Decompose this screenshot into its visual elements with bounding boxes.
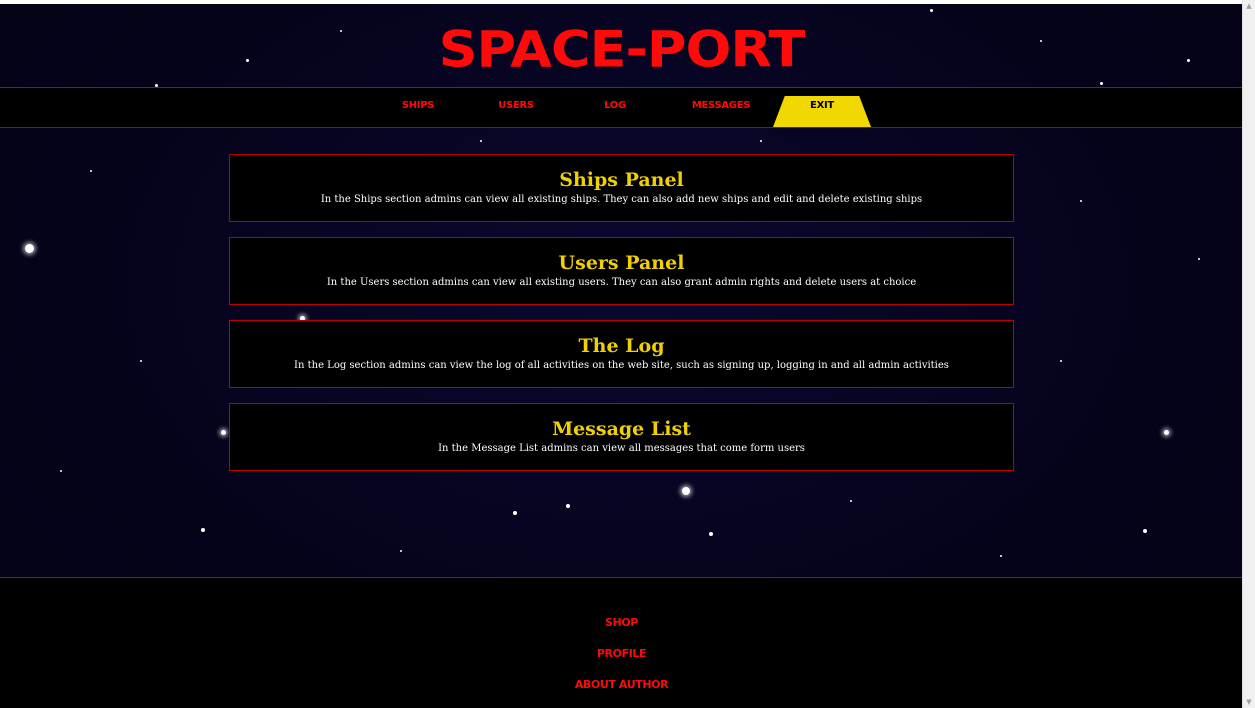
panel-title: The Log xyxy=(578,335,665,357)
star xyxy=(1060,360,1062,362)
star xyxy=(25,244,34,253)
star xyxy=(1100,82,1103,85)
star xyxy=(1080,200,1082,202)
panel-title: Ships Panel xyxy=(559,169,684,191)
scroll-up-arrow-icon[interactable]: ▲ xyxy=(1243,0,1255,12)
star xyxy=(682,487,690,495)
window-top-strip xyxy=(0,0,1243,4)
main-nav: SHIPS USERS LOG MESSAGES EXIT xyxy=(0,87,1243,128)
star xyxy=(480,140,482,142)
footer-link-about-author[interactable]: ABOUT AUTHOR xyxy=(0,678,1243,691)
footer: SHOP PROFILE ABOUT AUTHOR xyxy=(0,577,1243,708)
star xyxy=(400,550,402,552)
star xyxy=(760,140,762,142)
star xyxy=(221,430,226,435)
star xyxy=(201,528,205,532)
star xyxy=(1198,258,1200,260)
star xyxy=(709,532,713,536)
message-list-panel-card[interactable]: Message List In the Message List admins … xyxy=(229,403,1014,471)
vertical-scrollbar[interactable]: ▲ ▼ xyxy=(1242,0,1255,708)
star xyxy=(850,500,852,502)
star xyxy=(930,9,933,12)
page: SPACE-PORT SHIPS USERS LOG MESSAGES EXIT… xyxy=(0,0,1255,708)
star xyxy=(566,504,570,508)
footer-link-profile[interactable]: PROFILE xyxy=(0,647,1243,660)
nav-messages[interactable]: MESSAGES xyxy=(680,88,762,127)
ships-panel-card[interactable]: Ships Panel In the Ships section admins … xyxy=(229,154,1014,222)
panel-description: In the Message List admins can view all … xyxy=(438,443,805,454)
panel-description: In the Ships section admins can view all… xyxy=(320,194,923,205)
star xyxy=(60,470,62,472)
panel-description: In the Users section admins can view all… xyxy=(326,277,917,288)
log-panel-card[interactable]: The Log In the Log section admins can vi… xyxy=(229,320,1014,388)
scroll-down-arrow-icon[interactable]: ▼ xyxy=(1243,696,1255,708)
star xyxy=(90,170,92,172)
site-logo[interactable]: SPACE-PORT xyxy=(0,21,1243,80)
star xyxy=(513,511,517,515)
panel-description: In the Log section admins can view the l… xyxy=(294,360,949,371)
panel-title: Users Panel xyxy=(558,252,685,274)
nav-log[interactable]: LOG xyxy=(595,88,635,127)
star xyxy=(1164,430,1169,435)
users-panel-card[interactable]: Users Panel In the Users section admins … xyxy=(229,237,1014,305)
nav-users[interactable]: USERS xyxy=(490,88,542,127)
panel-title: Message List xyxy=(552,418,691,440)
star xyxy=(140,360,142,362)
star xyxy=(1143,529,1147,533)
star xyxy=(1000,555,1002,557)
footer-link-shop[interactable]: SHOP xyxy=(0,616,1243,629)
nav-exit[interactable]: EXIT xyxy=(773,88,871,127)
nav-ships[interactable]: SHIPS xyxy=(392,88,444,127)
